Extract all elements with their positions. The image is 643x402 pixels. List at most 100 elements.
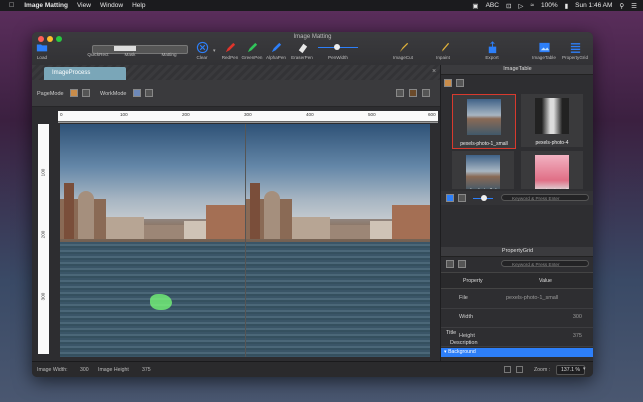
menu-view[interactable]: View [77,2,91,9]
add-image-icon[interactable] [444,79,452,87]
image-table-button[interactable]: ImageTable [530,41,558,63]
source-image[interactable] [60,124,245,357]
zoom-select[interactable]: 137.1 % [556,365,586,375]
chevron-down-icon[interactable]: ▾ [583,366,586,372]
menu-window[interactable]: Window [100,2,123,9]
menu-app-name[interactable]: Image Matting [24,2,68,9]
property-grid-label: PropertyGrid [561,55,589,60]
property-grid-title: PropertyGrid [441,247,593,257]
ruler-tick: 600 [428,112,436,117]
ruler-tick: 100 [120,112,128,117]
alpha-pen-icon [271,42,281,53]
thumbnail-item[interactable]: pexels-photo-1_small [452,94,516,149]
work-mode-crop-icon[interactable] [145,89,153,97]
alpha-pen-button[interactable]: AlphaPen [264,41,288,63]
clear-label: Clear [196,55,208,60]
page-mode-grid-icon[interactable] [82,89,90,97]
image-height-label: Image Height [98,367,129,373]
export-button[interactable]: Export [481,41,503,63]
property-value[interactable]: pexels-photo-1_small [506,295,558,301]
pen-width-slider-thumb[interactable] [334,44,340,50]
property-key: Height [459,333,475,339]
horizontal-ruler: 0 100 200 300 400 500 600 [58,111,438,123]
zoom-label: Zoom : [534,367,551,373]
export-icon [488,41,496,54]
green-pen-label: GreenPen [241,55,263,60]
battery-percent[interactable]: 100% [541,2,558,9]
green-pen-button[interactable]: GreenPen [240,41,264,63]
result-image[interactable] [245,124,430,357]
inpaint-button[interactable]: Inpaint [432,41,454,63]
clock[interactable]: Sun 1:46 AM [575,2,612,9]
input-source-label[interactable]: ABC [486,2,499,9]
page-mode-label: PageMode [37,91,64,97]
eraser-pen-button[interactable]: EraserPen [288,41,316,63]
export-label: Export [485,55,499,60]
title-bar: Image Matting Load QuickRect Mask Mattin… [32,32,593,66]
apple-icon[interactable]:  [9,2,14,9]
menu-help[interactable]: Help [132,2,145,9]
clear-dropdown-icon[interactable]: ▾ [213,48,216,54]
expand-icon[interactable] [446,260,454,268]
property-search-input[interactable]: Keyword & Press Enter [501,260,589,267]
pen-width-control[interactable]: PenWidth [314,41,362,63]
eraser-pen-label: EraserPen [291,55,313,60]
property-value[interactable]: 375 [573,333,582,339]
tab-imageprocess[interactable]: ImageProcess [44,67,126,80]
load-button[interactable]: Load [34,41,50,63]
red-pen-icon [225,42,235,53]
property-row[interactable]: File pexels-photo-1_small [441,289,593,309]
work-mode-pen-icon[interactable] [133,89,141,97]
battery-icon[interactable]: ▮ [565,2,569,10]
red-pen-button[interactable]: RedPen [219,41,241,63]
image-canvas[interactable] [60,124,430,357]
clear-button[interactable]: Clear [192,41,212,63]
section-background[interactable]: ▾ Background [441,348,593,357]
image-view-icon[interactable] [396,89,404,97]
ruler-tick: 400 [306,112,314,117]
property-value[interactable]: 300 [573,314,582,320]
thumbnail-caption: pexels-photo-3 [521,188,583,189]
thumbnail-item[interactable]: pexels-photo-1_large [452,151,514,189]
tab-close-icon[interactable]: × [432,68,436,75]
share-icon[interactable] [422,89,430,97]
mask-segment-selected[interactable] [114,46,136,51]
fit-view-icon[interactable] [504,366,511,373]
trash-icon[interactable] [409,89,417,97]
bluetooth-icon[interactable]: ⊡ [506,2,511,10]
ruler-tick: 300 [40,292,46,301]
list-view-icon[interactable] [458,194,466,202]
red-pen-label: RedPen [221,55,239,60]
mode-bar: PageMode WorkMode [32,80,440,107]
ruler-tick: 500 [368,112,376,117]
volume-icon[interactable]: ▷ [518,2,523,10]
page-mode-single-icon[interactable] [70,89,78,97]
brush-icon [439,42,449,53]
search-icon[interactable]: ⚲ [619,2,624,10]
thumbnail-item[interactable]: pexels-photo-3 [521,151,583,189]
thumbnail-caption: pexels-photo-1_small [460,141,508,147]
actual-size-icon[interactable] [516,366,523,373]
image-search-input[interactable]: Keyword & Press Enter [501,194,589,201]
refresh-icon[interactable] [456,79,464,87]
thumbnail-size-thumb[interactable] [481,195,487,201]
clear-icon [196,41,208,54]
image-cut-button[interactable]: ImageCut [390,41,416,63]
tab-bar: ImageProcess [32,65,440,80]
property-row[interactable]: Width 300 [441,308,593,328]
col-value: Value [539,278,552,284]
property-grid-button[interactable]: PropertyGrid [559,41,591,63]
grid-view-icon[interactable] [446,194,454,202]
thumbnail-item[interactable]: pexels-photo-4 [521,94,583,147]
user-icon[interactable]: ▣ [472,2,478,10]
right-panel: ImageTable pexels-photo-1_small pexels-p… [440,65,593,361]
disclosure-triangle-icon[interactable]: ▾ [444,349,447,355]
section-label: Background [448,349,476,355]
menu-list-icon[interactable]: ☰ [631,2,637,10]
collapse-icon[interactable] [458,260,466,268]
main-window: Image Matting Load QuickRect Mask Mattin… [32,32,593,377]
ruler-tick: 200 [40,230,46,239]
property-grid-header: Property Value [441,272,593,289]
wifi-icon[interactable]: ≈ [530,2,534,9]
thumbnail-image [467,99,501,135]
